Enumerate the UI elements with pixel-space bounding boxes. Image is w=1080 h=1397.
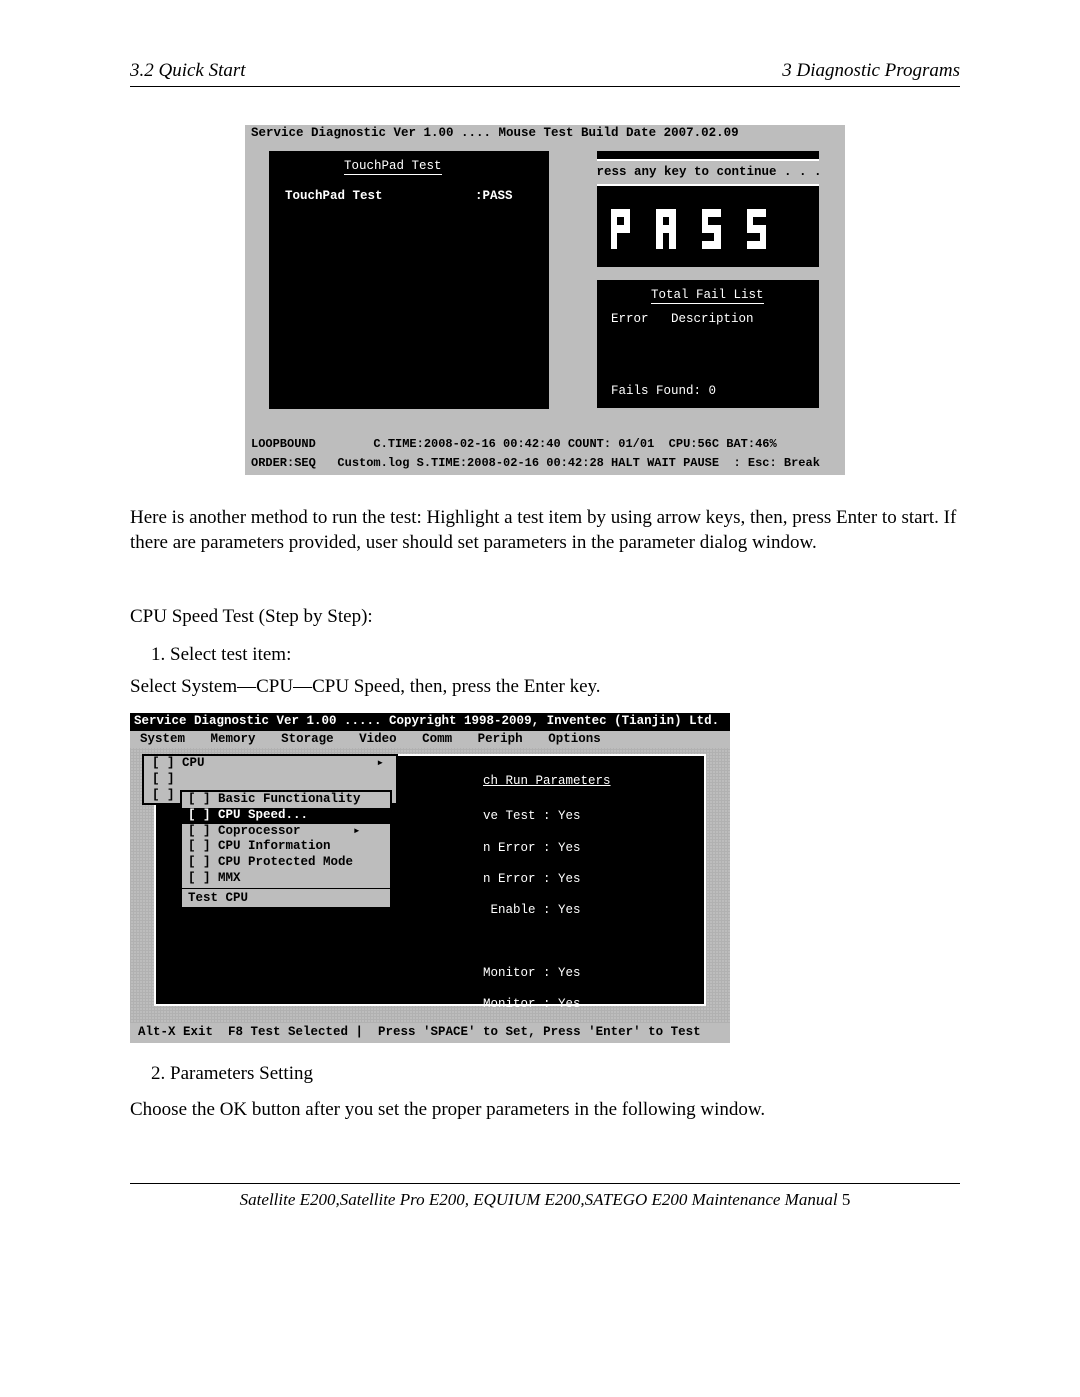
cpu-submenu[interactable]: [ ] Basic Functionality [ ] CPU Speed...…: [180, 790, 392, 908]
param-line: Monitor : Yes: [483, 997, 581, 1011]
param-line: n Error : Yes: [483, 872, 581, 886]
sub-cpu-information[interactable]: [ ] CPU Information: [182, 839, 390, 855]
sub-footer-label: Test CPU: [182, 891, 390, 907]
page-number: 5: [842, 1190, 851, 1209]
blank-item[interactable]: [ ]: [144, 772, 396, 788]
para-alt-method: Here is another method to run the test: …: [130, 505, 960, 556]
param-line: n Error : Yes: [483, 841, 581, 855]
touchpad-panel: TouchPad Test TouchPad Test :PASS: [267, 149, 551, 411]
param-line: ve Test : Yes: [483, 809, 581, 823]
page-footer: Satellite E200,Satellite Pro E200, EQUIU…: [130, 1190, 960, 1210]
screenshot-cpu-speed: Service Diagnostic Ver 1.00 ..... Copyri…: [130, 713, 730, 1043]
screenshot-touchpad-test: Service Diagnostic Ver 1.00 .... Mouse T…: [245, 125, 845, 475]
submenu-divider: [182, 888, 390, 889]
menu-system[interactable]: System: [140, 732, 185, 746]
term2-menubar[interactable]: System Memory Storage Video Comm Periph …: [130, 731, 730, 749]
sub-cpu-speed[interactable]: [ ] CPU Speed...: [182, 808, 390, 824]
term1-status-line1: LOOPBOUND C.TIME:2008-02-16 00:42:40 COU…: [245, 437, 845, 456]
sub-cpu-protected-mode[interactable]: [ ] CPU Protected Mode: [182, 855, 390, 871]
cpu-speed-heading: CPU Speed Test (Step by Step):: [130, 604, 960, 630]
menu-comm[interactable]: Comm: [422, 732, 452, 746]
param-line: Enable : Yes: [483, 903, 581, 917]
submenu-arrow-icon: ▸: [376, 756, 384, 772]
menu-options[interactable]: Options: [548, 732, 601, 746]
header-right: 3 Diagnostic Programs: [782, 60, 960, 82]
cpu-item-label[interactable]: [ ] CPU: [152, 756, 205, 772]
sub-mmx[interactable]: [ ] MMX: [182, 871, 390, 887]
fail-list-box: Total Fail List Error Description Fails …: [595, 278, 821, 410]
touchpad-row-value: :PASS: [475, 189, 513, 205]
menu-memory[interactable]: Memory: [211, 732, 256, 746]
menu-storage[interactable]: Storage: [281, 732, 334, 746]
pass-display-box: Press any key to continue . . .: [595, 149, 821, 269]
param-line: Monitor : Yes: [483, 966, 581, 980]
menu-video[interactable]: Video: [359, 732, 397, 746]
touchpad-panel-title: TouchPad Test: [344, 159, 442, 176]
step-1-detail: Select System—CPU—CPU Speed, then, press…: [130, 674, 960, 700]
run-parameters-heading: ch Run Parameters: [483, 774, 611, 790]
fail-col-desc: Description: [671, 312, 754, 326]
pass-pixel-art: [611, 193, 805, 249]
fails-found: Fails Found: 0: [611, 384, 716, 400]
step-1: Select test item:: [170, 644, 960, 666]
step-2: Parameters Setting: [170, 1063, 960, 1085]
sub-basic-functionality[interactable]: [ ] Basic Functionality: [182, 792, 390, 808]
menu-periph[interactable]: Periph: [478, 732, 523, 746]
fail-list-title: Total Fail List: [651, 288, 764, 305]
footer-text: Satellite E200,Satellite Pro E200, EQUIU…: [240, 1190, 838, 1209]
term2-status-line: Alt-X Exit F8 Test Selected | Press 'SPA…: [130, 1023, 730, 1043]
sub-coprocessor[interactable]: [ ] Coprocessor ▸: [182, 824, 390, 840]
page-header: 3.2 Quick Start 3 Diagnostic Programs: [130, 60, 960, 87]
fail-col-error: Error: [611, 312, 649, 326]
term1-status-line2: ORDER:SEQ Custom.log S.TIME:2008-02-16 0…: [245, 456, 845, 475]
touchpad-row-label: TouchPad Test: [285, 189, 475, 205]
term1-titlebar: Service Diagnostic Ver 1.00 .... Mouse T…: [245, 125, 845, 143]
press-any-key-dialog[interactable]: Press any key to continue . . .: [595, 159, 821, 187]
para-parameters: Choose the OK button after you set the p…: [130, 1097, 960, 1123]
term2-titlebar: Service Diagnostic Ver 1.00 ..... Copyri…: [130, 713, 730, 731]
header-left: 3.2 Quick Start: [130, 60, 246, 82]
system-dropdown[interactable]: [ ] CPU ▸ [ ] [ ] [ ] Basic Functionalit…: [142, 754, 398, 805]
run-parameters-panel: ch Run Parameters ve Test : Yes n Error …: [154, 754, 706, 1006]
